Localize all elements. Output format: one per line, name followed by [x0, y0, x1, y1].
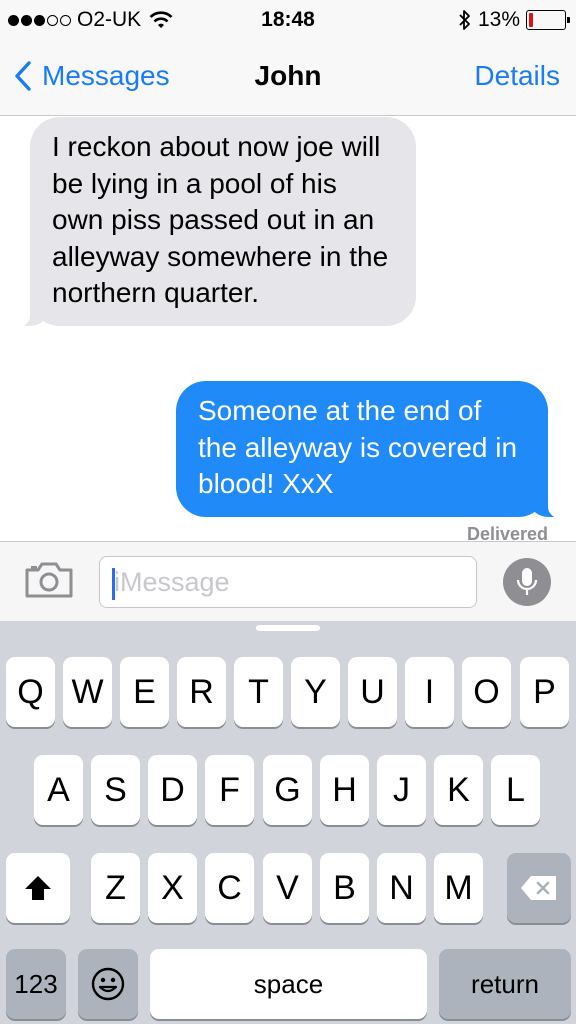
- status-right: 13%: [458, 8, 570, 32]
- key-k[interactable]: K: [434, 755, 483, 825]
- key-f[interactable]: F: [205, 755, 254, 825]
- message-input[interactable]: [99, 556, 477, 608]
- key-e[interactable]: E: [120, 657, 169, 727]
- key-t[interactable]: T: [234, 657, 283, 727]
- delivered-status: Delivered: [466, 524, 548, 541]
- microphone-icon: [516, 568, 538, 595]
- message-bubble-incoming[interactable]: I reckon about now joe will be lying in …: [4, 117, 416, 327]
- message-text: I reckon about now joe will be lying in …: [52, 131, 389, 308]
- key-r[interactable]: R: [177, 657, 226, 727]
- chevron-left-icon: [15, 61, 31, 91]
- key-s[interactable]: S: [91, 755, 140, 825]
- keyboard: Q W E R T Y U I O P A S D F G H J K L Z …: [0, 621, 576, 1024]
- emoji-key[interactable]: [78, 949, 138, 1019]
- key-h[interactable]: H: [320, 755, 369, 825]
- key-g[interactable]: G: [263, 755, 312, 825]
- delete-icon: [521, 876, 556, 900]
- key-c[interactable]: C: [205, 853, 254, 923]
- numbers-key[interactable]: 123: [6, 949, 66, 1019]
- battery-level: [529, 13, 533, 27]
- key-d[interactable]: D: [148, 755, 197, 825]
- key-z[interactable]: Z: [91, 853, 140, 923]
- battery-percent: 13%: [477, 8, 520, 31]
- key-w[interactable]: W: [63, 657, 112, 727]
- microphone-button[interactable]: [503, 558, 551, 606]
- keyboard-handle: [256, 625, 320, 631]
- delete-key[interactable]: [507, 853, 571, 923]
- key-y[interactable]: Y: [291, 657, 340, 727]
- emoji-icon: [91, 967, 125, 1001]
- key-p[interactable]: P: [520, 657, 569, 727]
- key-j[interactable]: J: [377, 755, 426, 825]
- key-o[interactable]: O: [462, 657, 511, 727]
- nav-bar: Messages John Details: [0, 40, 576, 116]
- bluetooth-icon: [459, 10, 470, 30]
- message-text: Someone at the end of the alleyway is co…: [198, 395, 518, 499]
- return-key[interactable]: return: [439, 949, 571, 1019]
- key-q[interactable]: Q: [6, 657, 55, 727]
- key-x[interactable]: X: [148, 853, 197, 923]
- shift-icon: [25, 876, 51, 900]
- input-bar: [0, 541, 576, 621]
- details-button[interactable]: Details: [474, 60, 560, 92]
- conversation[interactable]: I reckon about now joe will be lying in …: [0, 117, 576, 541]
- space-key[interactable]: space: [150, 949, 427, 1019]
- shift-key[interactable]: [6, 853, 70, 923]
- message-bubble-outgoing[interactable]: Someone at the end of the alleyway is co…: [176, 381, 574, 518]
- key-u[interactable]: U: [348, 657, 397, 727]
- back-button[interactable]: Messages: [14, 56, 170, 96]
- key-b[interactable]: B: [320, 853, 369, 923]
- status-bar: O2-UK 18:48 13%: [0, 0, 576, 40]
- back-button-label: Messages: [42, 60, 170, 91]
- battery-icon: [526, 10, 570, 30]
- key-l[interactable]: L: [491, 755, 540, 825]
- key-a[interactable]: A: [34, 755, 83, 825]
- camera-icon[interactable]: [24, 560, 74, 600]
- key-i[interactable]: I: [405, 657, 454, 727]
- key-m[interactable]: M: [434, 853, 483, 923]
- text-cursor: [112, 568, 115, 600]
- key-n[interactable]: N: [377, 853, 426, 923]
- key-v[interactable]: V: [263, 853, 312, 923]
